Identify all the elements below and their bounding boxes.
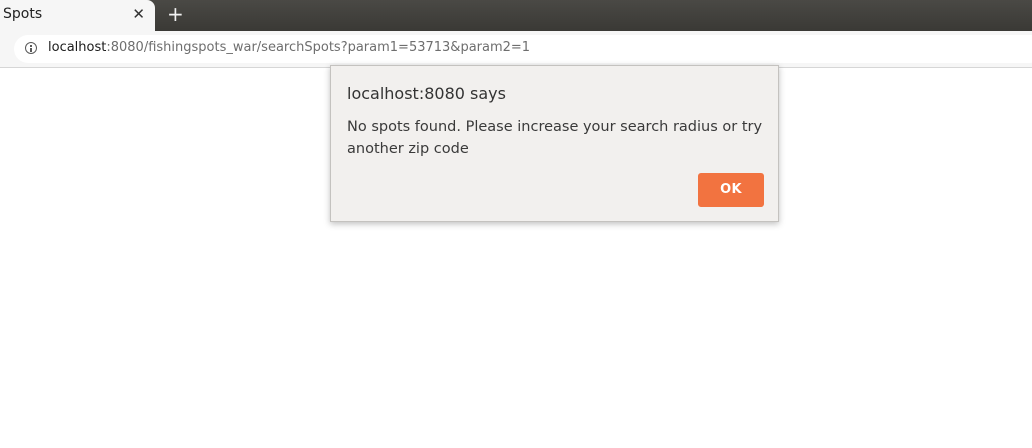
tab-strip: Spots ✕ + xyxy=(0,0,1032,31)
url-host: localhost xyxy=(48,40,107,55)
tab-title: Spots xyxy=(3,6,43,22)
browser-tab[interactable]: Spots ✕ xyxy=(0,0,155,31)
address-bar[interactable]: localhost:8080/fishingspots_war/searchSp… xyxy=(14,35,1032,63)
alert-dialog: localhost:8080 says No spots found. Plea… xyxy=(330,65,779,222)
browser-toolbar: localhost:8080/fishingspots_war/searchSp… xyxy=(0,31,1032,68)
dialog-title: localhost:8080 says xyxy=(347,84,506,103)
ok-button[interactable]: OK xyxy=(698,173,764,207)
url-path: :8080/fishingspots_war/searchSpots?param… xyxy=(106,40,531,55)
new-tab-button[interactable]: + xyxy=(167,3,184,25)
info-icon[interactable] xyxy=(25,42,37,54)
url-text[interactable]: localhost:8080/fishingspots_war/searchSp… xyxy=(48,40,530,55)
close-icon[interactable]: ✕ xyxy=(132,5,145,23)
dialog-message: No spots found. Please increase your sea… xyxy=(347,119,763,157)
